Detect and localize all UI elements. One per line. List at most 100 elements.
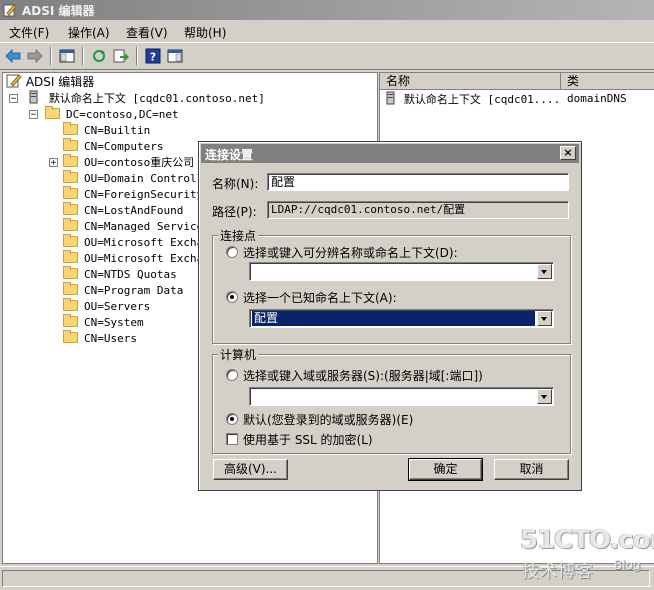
tree-item-label: CN=Builtin [84,124,151,137]
watermark-site: 51CTO.com [520,525,654,555]
tree-item-label: CN=System [84,316,144,329]
path-label: 路径(P): [212,205,257,219]
show-hide-tree-icon[interactable] [58,47,76,65]
close-button[interactable]: × [560,146,576,160]
tree-item-label: CN=LostAndFound [84,204,184,217]
toolbar-separator [136,47,138,65]
tree-naming-context-label: 默认命名上下文 [cqdc01.contoso.net] [48,92,265,105]
export-list-icon[interactable] [112,47,130,65]
tree-item[interactable]: OU=Microsoft Exchan [63,250,210,266]
name-input[interactable]: 配置 [267,173,569,191]
tree-item-label: CN=Computers [84,140,164,153]
tree-root[interactable]: ADSI 编辑器 [6,74,94,90]
tree-root-label: ADSI 编辑器 [25,75,95,89]
tree-item[interactable]: CN=Program Data [63,282,183,298]
adsi-edit-icon [6,74,22,88]
refresh-icon[interactable] [90,47,108,65]
toolbar-separator [50,47,52,65]
well-known-context-combobox[interactable]: 配置 [249,309,554,328]
folder-icon [63,122,78,135]
distinguished-name-combobox[interactable] [249,262,554,281]
cancel-button[interactable]: 取消 [494,459,569,480]
tree-item-label: CN=Users [84,332,137,345]
tree-item[interactable]: CN=System [63,314,144,330]
radio-distinguished-name[interactable] [226,246,238,258]
list-item-class: domainDNS [567,92,627,105]
folder-icon [63,186,78,199]
tree-item[interactable]: CN=Computers [63,138,163,154]
menubar: 文件(F) 操作(A) 查看(V) 帮助(H) [0,20,654,42]
menu-action[interactable]: 操作(A) [68,24,110,41]
expand-icon[interactable]: + [49,158,58,168]
folder-icon [63,234,78,247]
radio-well-known-context[interactable] [226,291,238,303]
folder-icon [63,266,78,279]
path-field: LDAP://cqdc01.contoso.net/配置 [267,201,569,219]
collapse-icon[interactable]: − [9,94,18,104]
folder-icon [63,314,78,327]
folder-icon [63,282,78,295]
tree-domain-node[interactable]: DC=contoso,DC=net [45,106,179,122]
tree-item[interactable]: OU=Microsoft Exchan [63,234,210,250]
chevron-down-icon[interactable] [537,389,552,404]
tree-item[interactable]: CN=NTDS Quotas [63,266,177,282]
window-titlebar[interactable]: ADSI 编辑器 [0,0,654,20]
back-icon[interactable] [4,47,22,65]
tree-naming-context[interactable]: 默认命名上下文 [cqdc01.contoso.net] [27,90,265,106]
tree-item-label: OU=contoso重庆公司 [84,156,195,169]
tree-item-label: OU=Domain Controlle [84,172,210,185]
distinguished-name-value [252,264,535,279]
column-header-class[interactable]: 类 [561,73,654,90]
connection-point-group-title: 连接点 [218,227,259,244]
watermark-blog-cn: 技术博客 [522,562,594,582]
radio-server[interactable] [226,369,238,381]
svg-text:?: ? [150,51,156,64]
dialog-titlebar[interactable]: 连接设置 × [201,144,579,163]
tree-item[interactable]: CN=LostAndFound [63,202,183,218]
tree-item[interactable]: OU=Servers [63,298,150,314]
window-title: ADSI 编辑器 [22,4,95,18]
ok-button[interactable]: 确定 [408,458,483,481]
tree-item[interactable]: CN=Users [63,330,137,346]
tree-item[interactable]: OU=Domain Controlle [63,170,210,186]
tree-item-label: OU=Microsoft Exchan [84,236,210,249]
tree-item-label: CN=Program Data [84,284,184,297]
computer-group-title: 计算机 [218,346,259,363]
menu-file[interactable]: 文件(F) [9,24,49,41]
help-icon[interactable]: ? [144,47,162,65]
column-header-name[interactable]: 名称 [380,73,561,90]
radio-distinguished-name-label[interactable]: 选择或键入可分辨名称或命名上下文(D): [243,244,458,261]
chevron-down-icon[interactable] [537,311,552,326]
tree-item[interactable]: CN=ForeignSecurityP [63,186,210,202]
tree-item-label: OU=Servers [84,300,151,313]
folder-icon [63,138,78,151]
adsi-edit-icon [3,4,17,17]
radio-default-server-label[interactable]: 默认(您登录到的域或服务器)(E) [243,411,413,428]
toolbar-separator [82,47,84,65]
ssl-checkbox-label[interactable]: 使用基于 SSL 的加密(L) [243,431,373,448]
properties-pane-icon[interactable] [166,47,184,65]
watermark-blog: Blog [614,558,641,572]
server-combobox[interactable] [249,387,554,406]
menu-help[interactable]: 帮助(H) [184,24,226,41]
menu-view[interactable]: 查看(V) [126,24,168,41]
forward-icon[interactable] [26,47,44,65]
folder-icon [63,298,78,311]
collapse-icon[interactable]: − [29,110,38,120]
list-item[interactable]: 默认命名上下文 [cqdc01.... [384,91,560,107]
radio-well-known-context-label[interactable]: 选择一个已知命名上下文(A): [243,289,397,306]
folder-icon [63,154,78,167]
folder-icon [63,202,78,215]
folder-icon [45,106,60,119]
radio-default-server[interactable] [226,413,238,425]
name-label: 名称(N): [212,177,259,191]
advanced-button[interactable]: 高级(V)... [213,459,288,480]
list-item-name: 默认命名上下文 [cqdc01.... [403,93,561,106]
radio-server-label[interactable]: 选择或键入域或服务器(S):(服务器|域[:端口]) [243,367,483,384]
tree-item[interactable]: CN=Managed Service [63,218,203,234]
tree-item[interactable]: CN=Builtin [63,122,150,138]
well-known-context-value: 配置 [252,311,535,326]
ssl-checkbox[interactable] [226,433,238,445]
tree-item[interactable]: OU=contoso重庆公司 [63,154,194,170]
chevron-down-icon[interactable] [537,264,552,279]
